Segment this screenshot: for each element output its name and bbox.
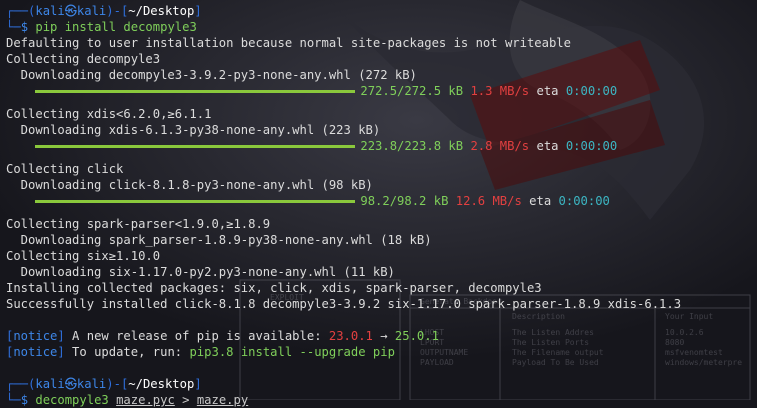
output-line: Downloading decompyle3-3.9.2-py3-none-an…: [6, 68, 417, 82]
output-line: Downloading click-8.1.8-py3-none-any.whl…: [6, 178, 373, 192]
notice-line-update: [notice] To update, run: pip3.8 install …: [6, 345, 395, 359]
output-line: Collecting xdis<6.2.0,≥6.1.1: [6, 107, 212, 121]
progress-line-decompyle3: 272.5/272.5 kB 1.3 MB/s eta 0:00:00: [6, 83, 757, 99]
output-line: Downloading spark_parser-1.8.9-py38-none…: [6, 233, 432, 247]
progress-line-xdis: 223.8/223.8 kB 2.8 MB/s eta 0:00:00: [6, 138, 757, 154]
output-line: Downloading six-1.17.0-py2.py3-none-any.…: [6, 265, 395, 279]
command-line-1: └─$ pip install decompyle3: [6, 20, 197, 34]
output-line: Collecting six≥1.10.0: [6, 249, 161, 263]
progress-line-click: 98.2/98.2 kB 12.6 MB/s eta 0:00:00: [6, 193, 757, 209]
output-line: Collecting click: [6, 162, 124, 176]
prompt-header-2: ┌──(kali㉿kali)-[~/Desktop]: [6, 377, 202, 391]
output-line: Collecting decompyle3: [6, 52, 161, 66]
progress-bar: [35, 145, 356, 148]
progress-bar: [35, 90, 356, 93]
prompt-header-1: ┌──(kali㉿kali)-[~/Desktop]: [6, 4, 202, 18]
notice-line-new-release: [notice] A new release of pip is availab…: [6, 329, 439, 343]
output-line: Defaulting to user installation because …: [6, 36, 571, 50]
terminal-window[interactable]: ┌──(kali㉿kali)-[~/Desktop] └─$ pip insta…: [0, 0, 757, 407]
output-line: Downloading xdis-6.1.3-py38-none-any.whl…: [6, 123, 381, 137]
output-line: Successfully installed click-8.1.8 decom…: [6, 297, 682, 311]
output-line: Installing collected packages: six, clic…: [6, 281, 542, 295]
command-line-2[interactable]: └─$ decompyle3 maze.pyc > maze.py: [6, 392, 757, 408]
output-line: Collecting spark-parser<1.9.0,≥1.8.9: [6, 217, 271, 231]
progress-bar: [35, 200, 356, 203]
